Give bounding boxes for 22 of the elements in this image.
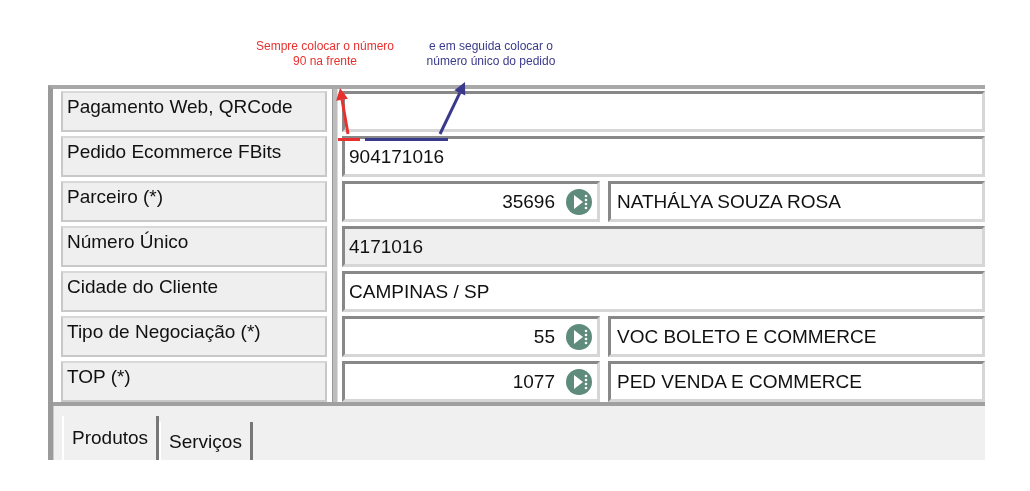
field-label: Pedido Ecommerce FBits [61,136,327,177]
code-field[interactable]: 35696 [342,181,600,222]
code-value: 1077 [512,370,555,393]
field-label: Cidade do Cliente [61,271,327,312]
description-field[interactable]: VOC BOLETO E COMMERCE [608,316,985,357]
field-label: TOP (*) [61,361,327,402]
field-label: Número Único [61,226,327,267]
annotation-note: Sempre colocar o número 90 na frente [254,39,396,69]
field-label: Pagamento Web, QRCode [61,91,327,132]
code-field[interactable]: 55 [342,316,600,357]
annotation-note: e em seguida colocar o número único do pedido [425,39,557,69]
code-value: 55 [533,325,555,348]
field-label: Parceiro (*) [61,181,327,222]
text-field[interactable]: CAMPINAS / SP [342,271,985,312]
text-field[interactable]: 904171016 [342,136,985,177]
code-value: 35696 [502,190,555,213]
code-field[interactable]: 1077 [342,361,600,402]
tab[interactable]: Produtos [62,416,160,460]
description-field[interactable]: PED VENDA E COMMERCE [608,361,985,402]
tab[interactable]: Serviços [159,422,253,460]
field-label: Tipo de Negociação (*) [61,316,327,357]
description-field[interactable]: NATHÁLYA SOUZA ROSA [608,181,985,222]
